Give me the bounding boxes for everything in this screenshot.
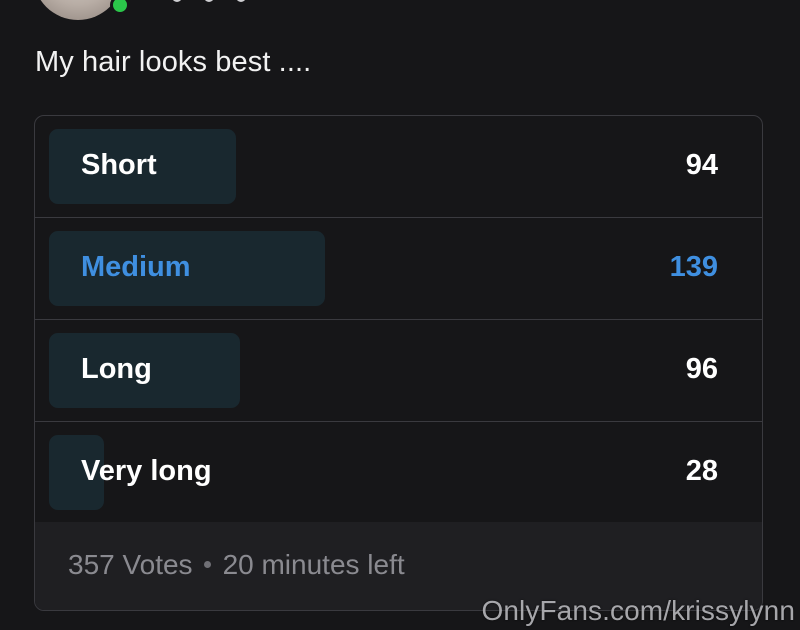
separator-dot-icon: [203, 561, 211, 569]
watermark: OnlyFans.com/krissylynn: [481, 595, 795, 626]
poll-option-count: 139: [669, 251, 718, 283]
author-name-fragment: [172, 0, 292, 8]
poll-option-label: Short: [81, 149, 157, 181]
poll-option-count: 28: [685, 455, 718, 487]
poll-option-label: Long: [81, 353, 152, 385]
poll-option-medium[interactable]: Medium 139: [35, 218, 762, 320]
online-status-dot: [110, 0, 130, 15]
poll-time-left: 20 minutes left: [222, 549, 405, 580]
poll-option-short[interactable]: Short 94: [35, 116, 762, 218]
poll-option-long[interactable]: Long 96: [35, 320, 762, 422]
poll-option-label: Very long: [81, 455, 212, 487]
cropped-glyph: [236, 0, 246, 2]
poll-option-count: 94: [685, 149, 718, 181]
poll: Short 94 Medium 139 Long 96 Very long 28…: [34, 115, 763, 611]
cropped-glyph: [204, 0, 214, 2]
poll-option-very-long[interactable]: Very long 28: [35, 422, 762, 524]
cropped-glyph: [172, 0, 182, 2]
poll-option-count: 96: [685, 353, 718, 385]
poll-vote-total: 357 Votes: [68, 549, 193, 580]
poll-option-label: Medium: [81, 251, 191, 283]
post-text: My hair looks best ....: [35, 46, 312, 78]
